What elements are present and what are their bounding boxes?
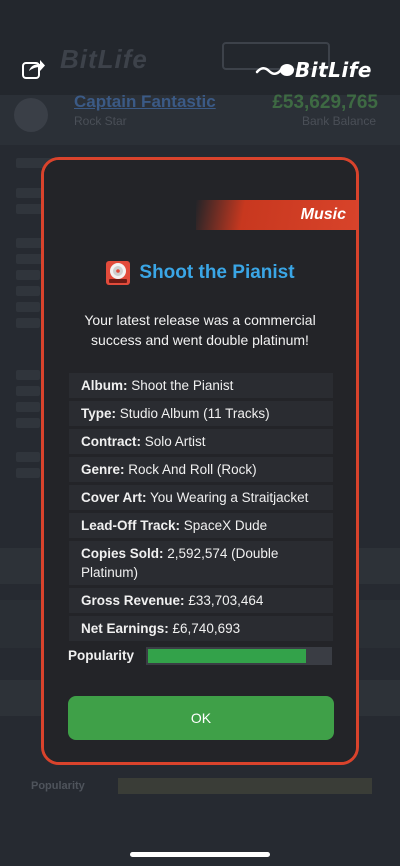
detail-row: Genre: Rock And Roll (Rock): [69, 457, 333, 482]
album-details-table: Album: Shoot the Pianist Type: Studio Alb…: [69, 373, 333, 644]
detail-row: Lead-Off Track: SpaceX Dude: [69, 513, 333, 538]
home-indicator: [130, 852, 270, 857]
background-text-line: [16, 318, 40, 328]
detail-value: SpaceX Dude: [183, 518, 268, 533]
detail-value: £6,740,693: [172, 621, 241, 636]
background-text-line: [16, 418, 40, 428]
background-text-line: [16, 386, 40, 396]
detail-row: Album: Shoot the Pianist: [69, 373, 333, 398]
detail-value: Rock And Roll (Rock): [128, 462, 257, 477]
background-profile-name: Captain Fantastic: [74, 92, 216, 111]
album-record-icon: [106, 261, 131, 285]
bitlife-logo: BitLife: [255, 58, 372, 82]
detail-row: Type: Studio Album (11 Tracks): [69, 401, 333, 426]
detail-row: Gross Revenue: £33,703,464: [69, 588, 333, 613]
modal-description: Your latest release was a commercial suc…: [84, 312, 316, 348]
category-ribbon: Music: [196, 200, 356, 230]
sperm-logo-icon: [255, 64, 294, 76]
detail-label: Copies Sold:: [81, 546, 164, 561]
detail-row: Net Earnings: £6,740,693: [69, 616, 333, 641]
detail-value: Solo Artist: [144, 434, 206, 449]
modal-body: Music Shoot the Pianist Your latest rele…: [44, 160, 356, 762]
detail-row: Contract: Solo Artist: [69, 429, 333, 454]
background-text-line: [16, 370, 40, 380]
detail-label: Net Earnings:: [81, 621, 169, 636]
detail-row: Cover Art: You Wearing a Straitjacket: [69, 485, 333, 510]
background-popularity-bar: [118, 778, 372, 794]
popularity-row: Popularity: [68, 647, 336, 667]
background-text-line: [16, 286, 40, 296]
background-text-line: [16, 254, 44, 264]
background-text-line: [16, 270, 40, 280]
brand-text: BitLife: [294, 58, 372, 82]
detail-value: £33,703,464: [188, 593, 264, 608]
detail-label: Gross Revenue:: [81, 593, 185, 608]
background-logo: BitLife: [60, 44, 148, 74]
detail-label: Contract:: [81, 434, 141, 449]
background-profile-subtitle: Rock Star: [74, 114, 127, 128]
detail-label: Cover Art:: [81, 490, 147, 505]
detail-row: Copies Sold: 2,592,574 (Double Platinum): [69, 541, 333, 585]
detail-value: You Wearing a Straitjacket: [150, 490, 309, 505]
background-text-line: [16, 452, 40, 462]
category-label: Music: [300, 206, 346, 223]
detail-value: Studio Album (11 Tracks): [119, 406, 270, 421]
background-money: £53,629,765: [272, 92, 378, 113]
background-text-line: [16, 238, 44, 248]
detail-label: Lead-Off Track:: [81, 518, 181, 533]
modal-title: Shoot the Pianist: [139, 262, 295, 283]
popularity-bar-fill: [148, 649, 306, 663]
background-text-line: [16, 302, 40, 312]
avatar: [14, 98, 48, 132]
modal-title-row: Shoot the Pianist: [44, 260, 356, 286]
detail-label: Type:: [81, 406, 117, 421]
detail-label: Album:: [81, 378, 128, 393]
share-icon[interactable]: [22, 58, 46, 80]
popularity-label: Popularity: [68, 648, 135, 663]
background-money-label: Bank Balance: [301, 114, 376, 128]
ok-button[interactable]: OK: [68, 696, 334, 740]
background-text-line: [16, 468, 40, 478]
background-text-line: [16, 402, 40, 412]
album-release-modal: Music Shoot the Pianist Your latest rele…: [41, 157, 359, 765]
background-popularity-label: Popularity: [31, 780, 85, 792]
detail-label: Genre:: [81, 462, 125, 477]
detail-value: Shoot the Pianist: [131, 378, 234, 393]
